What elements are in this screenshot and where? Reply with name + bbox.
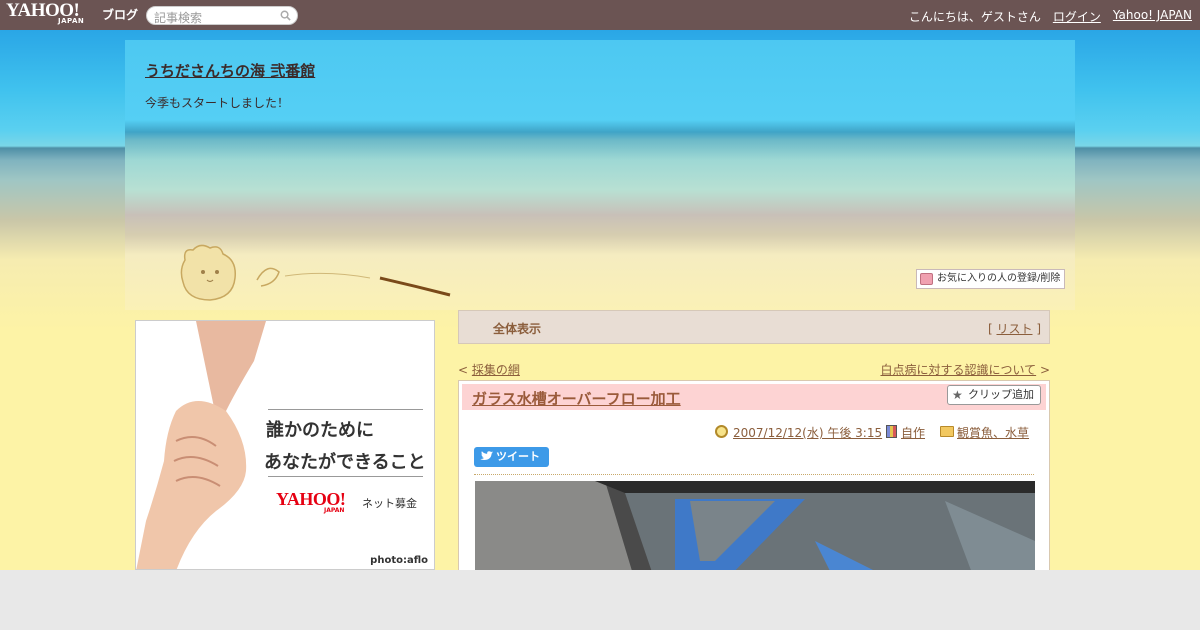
entry-meta: 2007/12/12(水) 午後 3:15 自作 観賞魚、水草 (459, 424, 1047, 440)
ad-service-name: ネット募金 (362, 497, 417, 510)
entry-photo-aquarium[interactable] (475, 481, 1035, 581)
top-bar: YAHOO! JAPAN ブログ 記事検索 こんにちは、ゲストさん ログイン Y… (0, 0, 1200, 30)
search-icon[interactable] (280, 10, 291, 21)
twitter-bird-icon (480, 451, 493, 460)
handshake-photo (136, 321, 266, 569)
list-view-toggle: [ リスト ] (988, 320, 1041, 337)
blog-entry: ガラス水槽オーバーフロー加工 ★ クリップ追加 2007/12/12(水) 午後… (458, 380, 1050, 581)
clip-add-button[interactable]: ★ クリップ追加 (947, 385, 1041, 405)
next-entry-link[interactable]: 白点病に対する認識について (880, 363, 1036, 377)
entry-title[interactable]: ガラス水槽オーバーフロー加工 (472, 388, 681, 409)
charity-ad-banner[interactable]: 誰かのために あなたができること YAHOO! JAPAN ネット募金 phot… (135, 320, 435, 570)
ad-yahoo-logo-sub: JAPAN (324, 507, 345, 514)
prev-entry: < 採集の網 (458, 361, 520, 378)
next-arrow: > (1036, 363, 1050, 377)
top-nav: こんにちは、ゲストさん ログイン Yahoo! JAPAN (909, 8, 1192, 25)
category-book-icon (886, 425, 897, 438)
prev-arrow: < (458, 363, 472, 377)
ad-divider-bottom (268, 476, 423, 477)
clock-icon (715, 425, 728, 438)
blog-logo-label[interactable]: ブログ (102, 6, 138, 23)
prev-entry-link[interactable]: 採集の網 (472, 363, 520, 377)
category-link-diy[interactable]: 自作 (901, 424, 925, 441)
tweet-label: ツイート (496, 450, 540, 463)
next-entry: 白点病に対する認識について > (880, 361, 1050, 378)
clip-add-label: クリップ追加 (968, 388, 1034, 401)
star-icon: ★ (952, 388, 963, 402)
ad-photo-credit: photo:aflo (370, 555, 428, 566)
entry-date-link[interactable]: 2007/12/12(水) 午後 3:15 (733, 424, 882, 441)
yahoo-logo-sub: JAPAN (58, 17, 85, 25)
search-input[interactable]: 記事検索 (146, 6, 298, 25)
ad-headline-2: あなたができること (264, 452, 426, 473)
login-link[interactable]: ログイン (1053, 8, 1101, 25)
folder-icon (940, 426, 954, 437)
blog-subtitle: 今季もスタートしました！ (145, 96, 290, 110)
aquarium-glass-photo (475, 481, 1035, 581)
category-link-aquarium[interactable]: 観賞魚、水草 (957, 424, 1029, 441)
entry-header: ガラス水槽オーバーフロー加工 ★ クリップ追加 (462, 384, 1046, 410)
list-view-link[interactable]: リスト (996, 322, 1032, 336)
blog-title[interactable]: うちださんちの海 弐番館 (145, 60, 315, 81)
list-bracket-close: ] (1032, 322, 1041, 336)
bear-doodle-illustration (180, 244, 451, 301)
yahoo-japan-link[interactable]: Yahoo! JAPAN (1113, 8, 1192, 25)
entry-divider (474, 474, 1034, 475)
show-all-label[interactable]: 全体表示 (493, 320, 541, 337)
favorite-icon (920, 273, 933, 285)
favorite-label: お気に入りの人の登録/削除 (937, 273, 1061, 284)
ad-headline-1: 誰かのために (266, 420, 374, 441)
blog-header: うちださんちの海 弐番館 今季もスタートしました！ お気に入りの人の登録/削除 (125, 40, 1075, 310)
page-bottom-area (0, 570, 1200, 630)
search-placeholder: 記事検索 (154, 11, 203, 25)
tweet-button[interactable]: ツイート (474, 447, 549, 467)
greeting-text: こんにちは、ゲストさん (908, 10, 1041, 24)
category-bar: 全体表示 [ リスト ] (458, 310, 1050, 344)
ad-divider-top (268, 409, 423, 410)
favorite-register-button[interactable]: お気に入りの人の登録/削除 (916, 269, 1066, 289)
